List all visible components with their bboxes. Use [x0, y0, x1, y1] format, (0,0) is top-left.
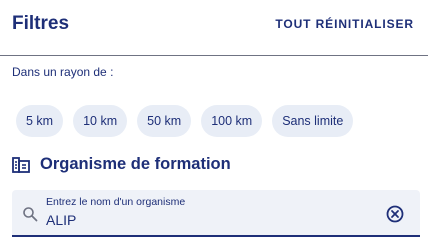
radius-chip-group: 5 km 10 km 50 km 100 km Sans limite — [16, 105, 354, 137]
clear-circle-icon[interactable] — [386, 205, 404, 223]
search-icon — [22, 206, 38, 222]
organisme-search-input[interactable] — [46, 212, 376, 228]
radius-chip-100km[interactable]: 100 km — [201, 105, 263, 137]
radius-chip-5km[interactable]: 5 km — [16, 105, 64, 137]
radius-chip-10km[interactable]: 10 km — [73, 105, 128, 137]
organisme-heading: Organisme de formation — [12, 155, 231, 174]
organisme-search-label: Entrez le nom d'un organisme — [46, 196, 186, 208]
radius-label: Dans un rayon de : — [12, 65, 114, 79]
reset-all-button[interactable]: TOUT RÉINITIALISER — [275, 17, 414, 31]
filters-header: Filtres TOUT RÉINITIALISER — [0, 0, 428, 56]
radius-chip-sans-limite[interactable]: Sans limite — [272, 105, 354, 137]
page-title: Filtres — [12, 13, 70, 34]
building-list-icon — [12, 156, 30, 174]
radius-chip-50km[interactable]: 50 km — [137, 105, 192, 137]
organisme-search-field[interactable]: Entrez le nom d'un organisme — [12, 190, 420, 237]
organisme-title: Organisme de formation — [40, 155, 231, 173]
